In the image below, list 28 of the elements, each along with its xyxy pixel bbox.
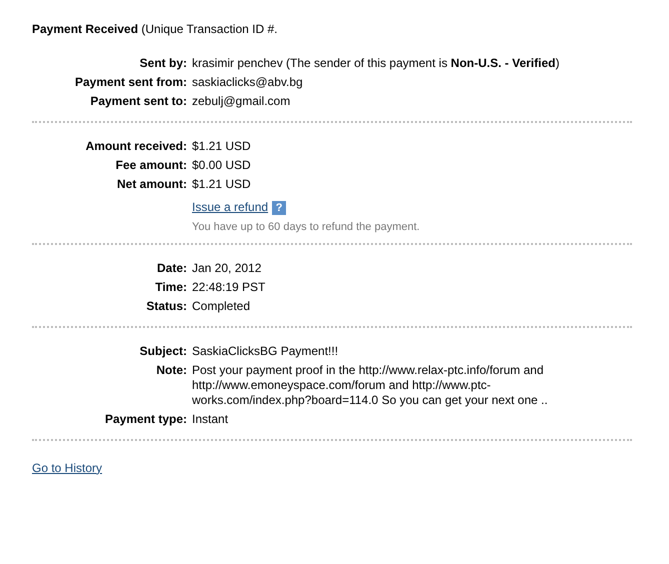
page-title: Payment Received (Unique Transaction ID #. — [32, 22, 278, 38]
field-value: Post your payment proof in the http://www.relax-ptc.info/forum and http://www.emoneyspace.com/forum and http://www.ptc-works.com/index.php?board=114.0 So you can get your next one .. — [192, 362, 549, 408]
field-value: Completed — [192, 298, 252, 314]
field-value: 22:48:19 PST — [192, 280, 266, 295]
field-value: $1.21 USD — [192, 177, 252, 192]
field-label: Payment sent from: — [74, 75, 187, 90]
field-label: Amount received: — [84, 139, 187, 154]
field-label: Sent by: — [138, 56, 187, 71]
field-label: Note: — [155, 362, 187, 379]
refund-link[interactable]: Issue a refund — [192, 200, 268, 214]
field-value: Instant — [192, 412, 230, 427]
field-value: Jan 20, 2012 — [192, 260, 262, 276]
field-value: zebulj@gmail.com — [192, 94, 292, 109]
field-label: Subject: — [138, 344, 187, 359]
field-value: saskiaclicks@abv.bg — [192, 75, 304, 90]
field-label: Net amount: — [116, 177, 187, 192]
refund-hint: You have up to 60 days to refund the payment. — [192, 220, 421, 233]
field-value: $0.00 USD — [192, 158, 252, 173]
field-label: Status: — [145, 298, 187, 314]
history-link[interactable]: Go to History — [32, 460, 102, 475]
field-label: Payment sent to: — [89, 94, 187, 109]
field-label: Fee amount: — [114, 158, 187, 173]
field-label: Time: — [154, 280, 187, 295]
field-value: SaskiaClicksBG Payment!!! — [192, 344, 340, 359]
field-label: Date: — [156, 260, 187, 276]
field-value: $1.21 USD — [192, 139, 252, 154]
field-value: krasimir penchev (The sender of this payment is Non-U.S. - Verified) — [192, 56, 560, 71]
field-label: Payment type: — [104, 412, 187, 427]
